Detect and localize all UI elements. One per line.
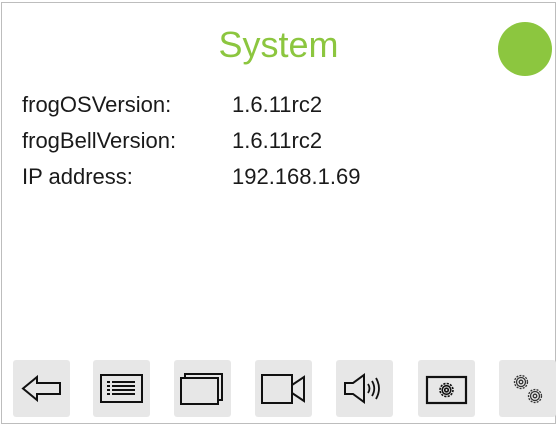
- info-value: 1.6.11rc2: [232, 128, 323, 153]
- status-indicator: [498, 22, 552, 76]
- windows-button[interactable]: [174, 360, 231, 417]
- sound-button[interactable]: [336, 360, 393, 417]
- settings-button[interactable]: [418, 360, 475, 417]
- list-icon: [100, 374, 143, 403]
- windows-icon: [180, 373, 223, 405]
- settings-icon: [425, 375, 468, 405]
- list-button[interactable]: [93, 360, 150, 417]
- system-screen: System frogOSVersion: 1.6.11rc2 frogBell…: [1, 2, 556, 424]
- info-value: 1.6.11rc2: [232, 92, 323, 117]
- speaker-icon: [344, 373, 380, 404]
- info-row-bell-version: frogBellVersion: 1.6.11rc2: [22, 123, 360, 159]
- info-row-ip-address: IP address: 192.168.1.69: [22, 159, 360, 195]
- back-arrow-icon: [21, 374, 61, 403]
- video-button[interactable]: [255, 360, 312, 417]
- info-row-os-version: frogOSVersion: 1.6.11rc2: [22, 87, 360, 123]
- info-label: IP address:: [22, 164, 133, 189]
- info-label: frogBellVersion:: [22, 128, 177, 153]
- gears-icon: [513, 374, 543, 404]
- video-camera-icon: [261, 374, 305, 404]
- page-title: System: [218, 24, 339, 65]
- back-button[interactable]: [13, 360, 70, 417]
- advanced-settings-button[interactable]: [499, 360, 556, 417]
- bottom-toolbar: [13, 360, 556, 417]
- info-label: frogOSVersion:: [22, 92, 172, 117]
- system-info-table: frogOSVersion: 1.6.11rc2 frogBellVersion…: [22, 87, 360, 195]
- info-value: 192.168.1.69: [232, 164, 361, 189]
